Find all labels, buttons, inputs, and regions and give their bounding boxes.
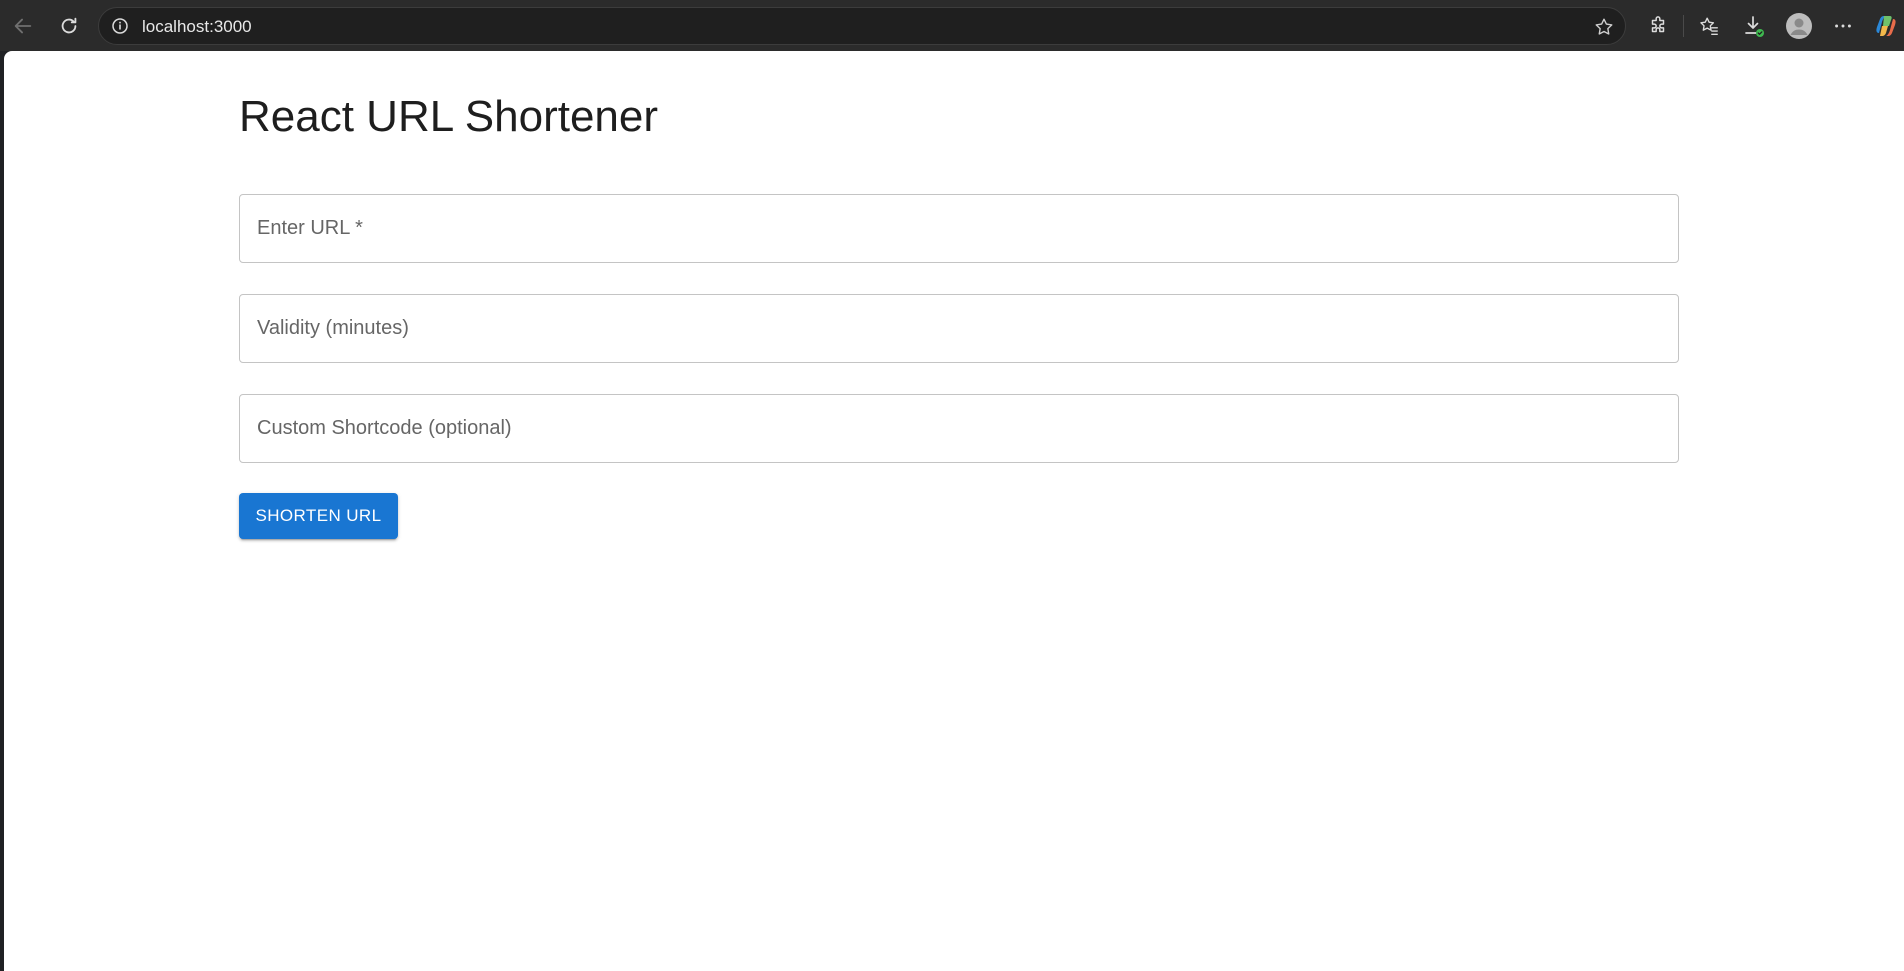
refresh-button[interactable] [51,8,87,44]
back-button[interactable] [5,8,41,44]
address-bar[interactable]: localhost:3000 [98,7,1626,45]
favorites-icon [1700,17,1718,35]
shorten-url-button[interactable]: SHORTEN URL [239,493,398,539]
favorites-button[interactable] [1691,8,1727,44]
url-input[interactable] [240,195,1678,262]
validity-field[interactable] [239,294,1679,363]
url-field[interactable] [239,194,1679,263]
page-title: React URL Shortener [239,92,659,141]
more-options-icon [1835,24,1851,28]
profile-avatar-icon [1786,13,1812,39]
shortcode-input[interactable] [240,395,1678,462]
more-options-button[interactable] [1825,8,1861,44]
profile-button[interactable] [1781,8,1817,44]
copilot-button[interactable] [1868,8,1904,44]
extensions-button[interactable] [1640,8,1676,44]
back-arrow-icon [14,18,32,34]
site-info-icon[interactable] [111,17,129,35]
downloads-button[interactable] [1736,8,1772,44]
downloads-icon [1745,16,1764,37]
favorite-star-icon[interactable] [1593,16,1615,38]
browser-toolbar: localhost:3000 [0,0,1904,51]
address-url[interactable]: localhost:3000 [142,17,252,37]
validity-input[interactable] [240,295,1678,362]
refresh-icon [61,17,77,34]
toolbar-divider [1683,15,1684,37]
shortcode-field[interactable] [239,394,1679,463]
copilot-icon [1876,16,1896,36]
extensions-icon [1651,16,1665,33]
page-viewport: React URL Shortener SHORTEN URL [4,51,1904,971]
